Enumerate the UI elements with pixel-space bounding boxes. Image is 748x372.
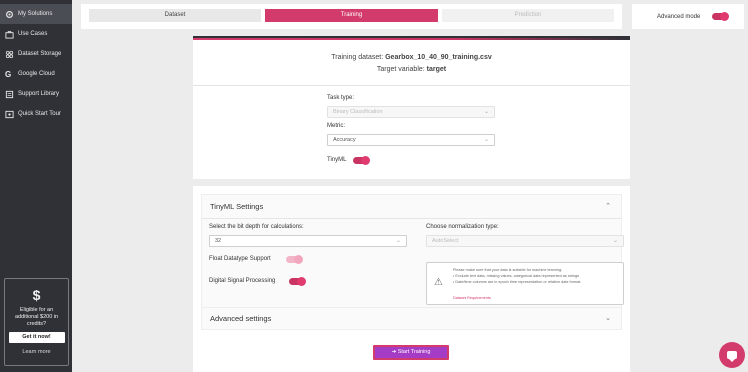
sidebar-item-label: Support Library [18, 91, 60, 97]
sidebar-item-label: My Solutions [18, 11, 53, 17]
start-training-label: Start Training [397, 349, 431, 355]
tour-icon [5, 110, 14, 119]
sidebar-item-use-cases[interactable]: Use Cases [0, 24, 72, 44]
start-training-button[interactable]: ➔ Start Training [373, 345, 449, 360]
training-dataset-line: Training dataset: Gearbox_10_40_90_train… [193, 54, 630, 61]
gear-icon [5, 10, 14, 19]
sidebar-item-label: Google Cloud [18, 71, 55, 77]
task-type-value: Binary Classification [333, 109, 383, 115]
sidebar-nav: My Solutions Use Cases Dataset Storage G… [0, 4, 72, 124]
warning-line: • Date/time columns are in epoch time re… [453, 280, 582, 284]
warning-line: Please make sure that your data is suita… [453, 268, 563, 272]
divider [193, 85, 630, 86]
bit-depth-select[interactable]: 32 ⌄ [209, 235, 407, 247]
tinyml-settings-header[interactable]: TinyML Settings ⌃ [202, 195, 621, 219]
promo-text: Eligible for an additional $200 in credi… [14, 307, 59, 327]
briefcase-icon [5, 30, 14, 39]
dataset-requirements-link[interactable]: Dataset Requirements [453, 296, 491, 300]
chevron-down-icon: ⌄ [612, 238, 618, 244]
float-datatype-label: Float Datatype Support [209, 256, 271, 262]
sidebar-item-label: Dataset Storage [18, 51, 62, 57]
dollar-icon: $ [32, 287, 41, 303]
normalization-label: Choose normalization type: [426, 224, 499, 230]
step-dataset[interactable]: Dataset [89, 9, 261, 22]
bit-depth-value: 32 [215, 238, 222, 244]
sidebar-item-label: Use Cases [18, 31, 48, 37]
sidebar-item-support-library[interactable]: Support Library [0, 84, 72, 104]
training-dataset-value: Gearbox_10_40_90_training.csv [385, 54, 492, 61]
database-icon [5, 50, 14, 59]
advanced-mode-card: Advanced mode [632, 4, 744, 29]
metric-value: Accuracy [333, 137, 356, 143]
stepper: Dataset Training Prediction [81, 4, 622, 29]
warning-line: • Exclude text data, missing values, cat… [453, 274, 580, 278]
book-icon [5, 90, 14, 99]
advanced-mode-toggle[interactable] [712, 12, 730, 21]
training-dataset-label: Training dataset: [331, 54, 384, 61]
warning-icon: ⚠ [434, 277, 443, 288]
chat-button[interactable] [719, 342, 745, 368]
task-type-label: Task type: [327, 95, 355, 101]
advanced-settings-header[interactable]: Advanced settings ⌄ [201, 307, 622, 330]
get-it-now-button[interactable]: Get it now! [8, 332, 65, 343]
bit-depth-label: Select the bit depth for calculations: [209, 224, 304, 230]
advanced-settings-title: Advanced settings [210, 314, 272, 323]
dsp-label: Digital Signal Processing [209, 278, 276, 284]
data-warning-box: ⚠ Please make sure that your data is sui… [426, 262, 624, 305]
chevron-down-icon: ⌄ [483, 109, 489, 115]
task-type-select[interactable]: Binary Classification ⌄ [327, 106, 495, 118]
tinyml-settings-title: TinyML Settings [210, 202, 264, 211]
tinyml-label: TinyML [327, 157, 347, 163]
chevron-down-icon: ⌄ [395, 238, 401, 244]
sidebar-item-quick-start-tour[interactable]: Quick Start Tour [0, 104, 72, 124]
advanced-mode-label: Advanced mode [657, 13, 701, 20]
card-accent-bar [193, 38, 630, 40]
sidebar-item-dataset-storage[interactable]: Dataset Storage [0, 44, 72, 64]
credits-promo: $ Eligible for an additional $200 in cre… [4, 278, 69, 366]
normalization-value: AutoSelect [432, 238, 459, 244]
sidebar-item-my-solutions[interactable]: My Solutions [0, 4, 72, 24]
metric-select[interactable]: Accuracy ⌄ [327, 134, 495, 146]
float-datatype-toggle[interactable] [286, 255, 303, 264]
chevron-up-icon: ⌃ [605, 203, 611, 210]
normalization-select[interactable]: AutoSelect ⌄ [426, 235, 624, 247]
step-prediction: Prediction [442, 9, 614, 22]
tinyml-toggle[interactable] [353, 156, 370, 165]
sidebar-item-google-cloud[interactable]: G Google Cloud [0, 64, 72, 84]
google-icon: G [5, 69, 12, 79]
metric-label: Metric: [327, 123, 345, 129]
sidebar-item-label: Quick Start Tour [18, 111, 61, 117]
target-variable-value: target [426, 66, 447, 73]
chevron-down-icon: ⌄ [483, 137, 489, 143]
sidebar: My Solutions Use Cases Dataset Storage G… [0, 0, 72, 372]
target-variable-line: Target variable: target [193, 66, 630, 73]
chat-icon [727, 351, 737, 362]
chevron-down-icon: ⌄ [605, 315, 611, 322]
training-config-card: Training dataset: Gearbox_10_40_90_train… [193, 36, 630, 179]
step-training[interactable]: Training [265, 9, 438, 22]
dsp-toggle[interactable] [289, 277, 306, 286]
learn-more-link[interactable]: Learn more [5, 349, 68, 355]
target-variable-label: Target variable: [376, 66, 425, 73]
tinyml-settings-card: TinyML Settings ⌃ Select the bit depth f… [193, 186, 630, 372]
